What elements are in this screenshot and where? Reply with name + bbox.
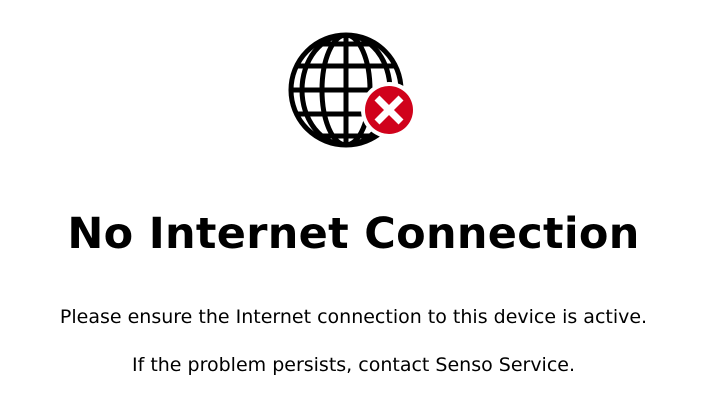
error-badge <box>361 82 417 138</box>
globe-icon <box>288 32 417 148</box>
no-connection-screen: No Internet Connection Please ensure the… <box>0 0 713 412</box>
page-title: No Internet Connection <box>67 209 640 259</box>
globe-error-icon <box>288 30 420 154</box>
status-message-secondary: If the problem persists, contact Senso S… <box>131 354 576 376</box>
status-message-primary: Please ensure the Internet connection to… <box>59 306 648 328</box>
